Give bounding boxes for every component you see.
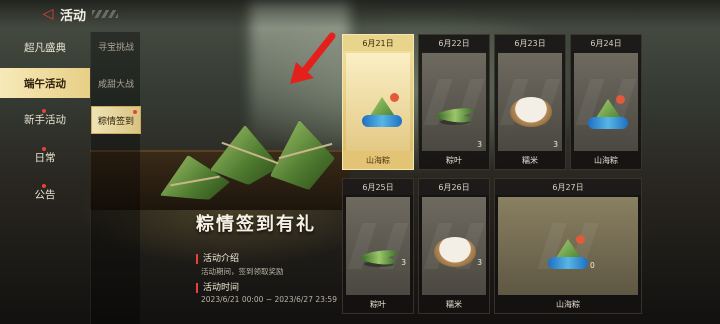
intro-text: 活动期间，签到领取奖励 <box>201 267 284 276</box>
leaf-icon <box>434 103 476 127</box>
notification-dot <box>42 109 46 113</box>
zongzi-icon <box>548 233 588 271</box>
zongzi-icon <box>588 93 628 131</box>
reward-item-name: 山海粽 <box>556 299 580 309</box>
nav-item-label: 超凡盛典 <box>24 41 66 54</box>
reward-slot <box>346 53 410 151</box>
sub-item-label: 咸甜大战 <box>97 79 134 90</box>
title-stripes-decoration <box>92 10 119 18</box>
notification-dot <box>42 184 46 188</box>
nav-item-label: 端午活动 <box>24 77 66 90</box>
notification-dot <box>42 147 46 151</box>
reward-item-name: 糯米 <box>522 155 538 165</box>
sub-nav: 寻宝挑战 咸甜大战 粽情签到 <box>90 32 141 324</box>
reward-card-day2[interactable]: 6月22日 3 粽叶 <box>418 34 490 170</box>
reward-slot: 3 <box>346 197 410 295</box>
nav-item-daily[interactable]: 日常 <box>0 142 90 172</box>
reward-item-name: 山海粽 <box>343 151 413 169</box>
reward-date: 6月22日 <box>419 35 489 51</box>
reward-item-name: 山海粽 <box>594 155 618 165</box>
annotation-arrow-icon <box>290 32 336 84</box>
event-title: 粽情签到有礼 <box>196 214 316 235</box>
reward-qty: 3 <box>553 140 558 149</box>
leaf-icon <box>358 245 400 269</box>
reward-item-name: 粽叶 <box>446 155 462 165</box>
reward-qty: 3 <box>477 258 482 267</box>
reward-slot <box>574 53 638 151</box>
reward-slot: 3 <box>498 53 562 151</box>
notification-dot <box>133 110 137 114</box>
nav-item-chaofan[interactable]: 超凡盛典 <box>0 32 90 62</box>
reward-card-day6[interactable]: 6月26日 3 糯米 <box>418 178 490 314</box>
reward-card-day3[interactable]: 6月23日 3 糯米 <box>494 34 566 170</box>
sub-item-label: 粽情签到 <box>97 116 134 127</box>
reward-qty: 3 <box>477 140 482 149</box>
reward-card-day5[interactable]: 6月25日 3 粽叶 <box>342 178 414 314</box>
zongzi-decoration <box>150 120 350 200</box>
reward-item-name: 粽叶 <box>370 299 386 309</box>
event-intro: 活动介绍 活动期间，签到领取奖励 <box>196 254 346 277</box>
reward-date: 6月21日 <box>343 35 413 51</box>
sub-item-battle[interactable]: 咸甜大战 <box>91 69 141 97</box>
zongzi-icon <box>362 91 402 129</box>
reward-qty: 0 <box>590 261 595 270</box>
reward-date: 6月26日 <box>419 179 489 195</box>
reward-card-day7[interactable]: 6月27日 0 山海粽 <box>494 178 642 314</box>
rice-icon <box>434 233 476 269</box>
sub-item-label: 寻宝挑战 <box>97 42 134 53</box>
reward-date: 6月27日 <box>495 179 641 195</box>
reward-qty: 3 <box>401 258 406 267</box>
reward-slot: 3 <box>422 197 486 295</box>
nav-item-notice[interactable]: 公告 <box>0 179 90 209</box>
reward-item-name: 糯米 <box>446 299 462 309</box>
reward-slot: 0 <box>498 197 638 295</box>
time-text: 2023/6/21 00:00 ~ 2023/6/27 23:59 <box>201 295 337 304</box>
intro-heading: 活动介绍 <box>196 254 346 264</box>
reward-date: 6月25日 <box>343 179 413 195</box>
nav-item-label: 公告 <box>34 188 56 201</box>
sub-item-checkin[interactable]: 粽情签到 <box>91 106 141 134</box>
back-arrow-icon[interactable]: ◁ <box>40 6 56 22</box>
reward-date: 6月24日 <box>571 35 641 51</box>
reward-card-day1[interactable]: 6月21日 山海粽 <box>342 34 414 170</box>
reward-date: 6月23日 <box>495 35 565 51</box>
nav-item-label: 日常 <box>34 151 56 164</box>
time-heading: 活动时间 <box>196 283 346 293</box>
rice-icon <box>510 93 552 129</box>
reward-card-day4[interactable]: 6月24日 山海粽 <box>570 34 642 170</box>
nav-item-label: 新手活动 <box>24 113 66 126</box>
sub-item-treasure[interactable]: 寻宝挑战 <box>91 32 141 60</box>
nav-item-duanwu[interactable]: 端午活动 <box>0 68 90 98</box>
page-header: ◁ 活动 <box>40 4 124 24</box>
event-time: 活动时间 2023/6/21 00:00 ~ 2023/6/27 23:59 <box>196 283 346 304</box>
reward-slot: 3 <box>422 53 486 151</box>
nav-item-newbie[interactable]: 新手活动 <box>0 104 90 134</box>
page-title: 活动 <box>60 8 87 24</box>
